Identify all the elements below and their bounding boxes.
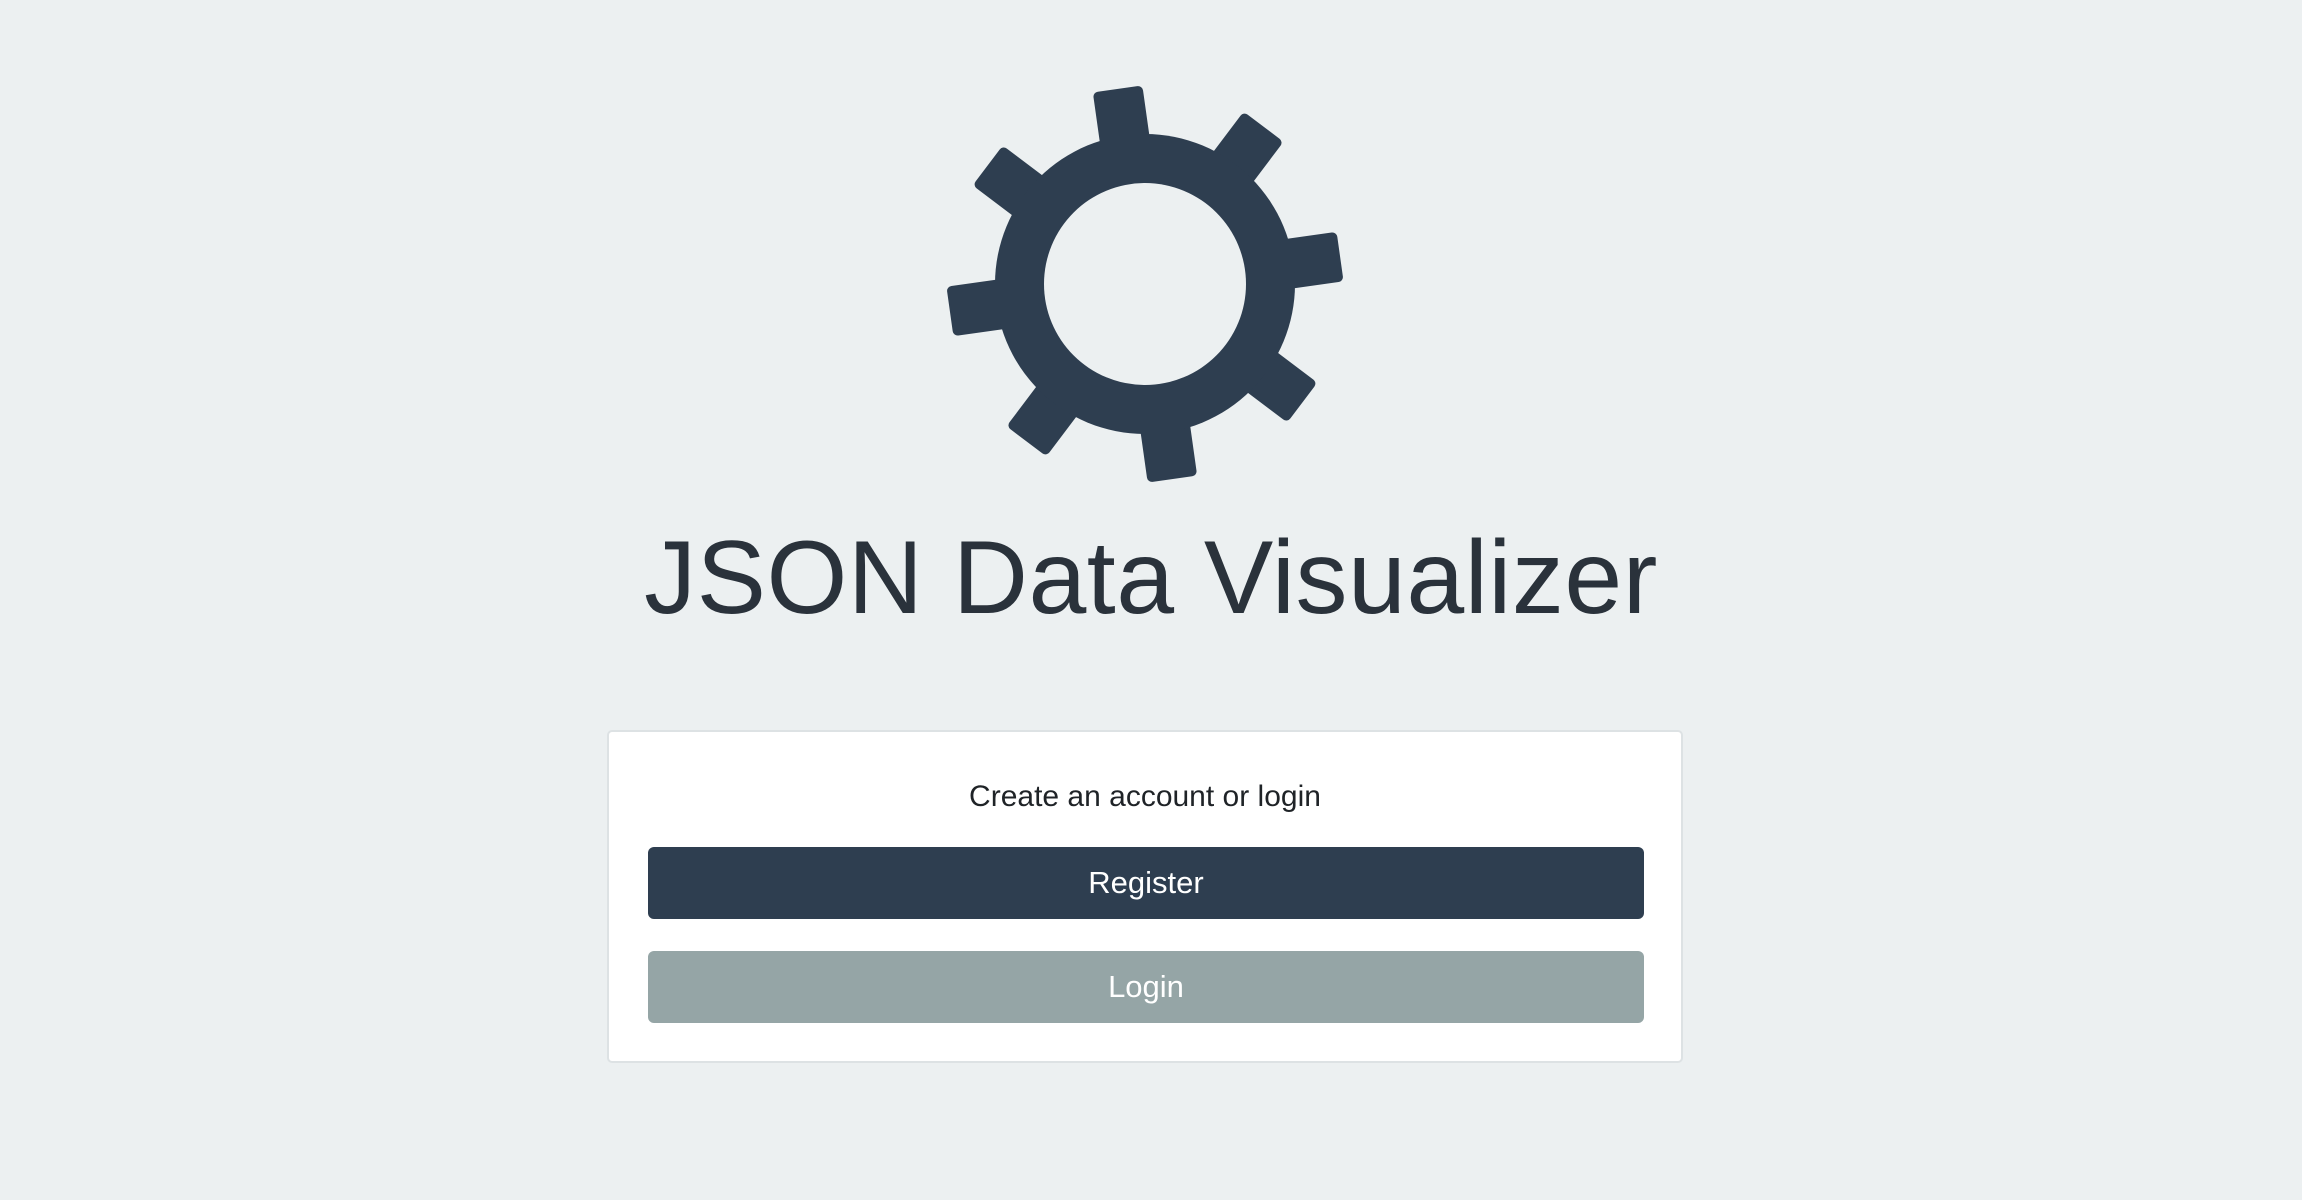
app-title: JSON Data Visualizer bbox=[644, 520, 1658, 636]
register-button[interactable]: Register bbox=[648, 847, 1644, 919]
auth-prompt: Create an account or login bbox=[969, 780, 1321, 813]
gear-icon bbox=[935, 74, 1355, 494]
login-button[interactable]: Login bbox=[648, 951, 1644, 1023]
auth-card: Create an account or login Register Logi… bbox=[607, 730, 1683, 1063]
